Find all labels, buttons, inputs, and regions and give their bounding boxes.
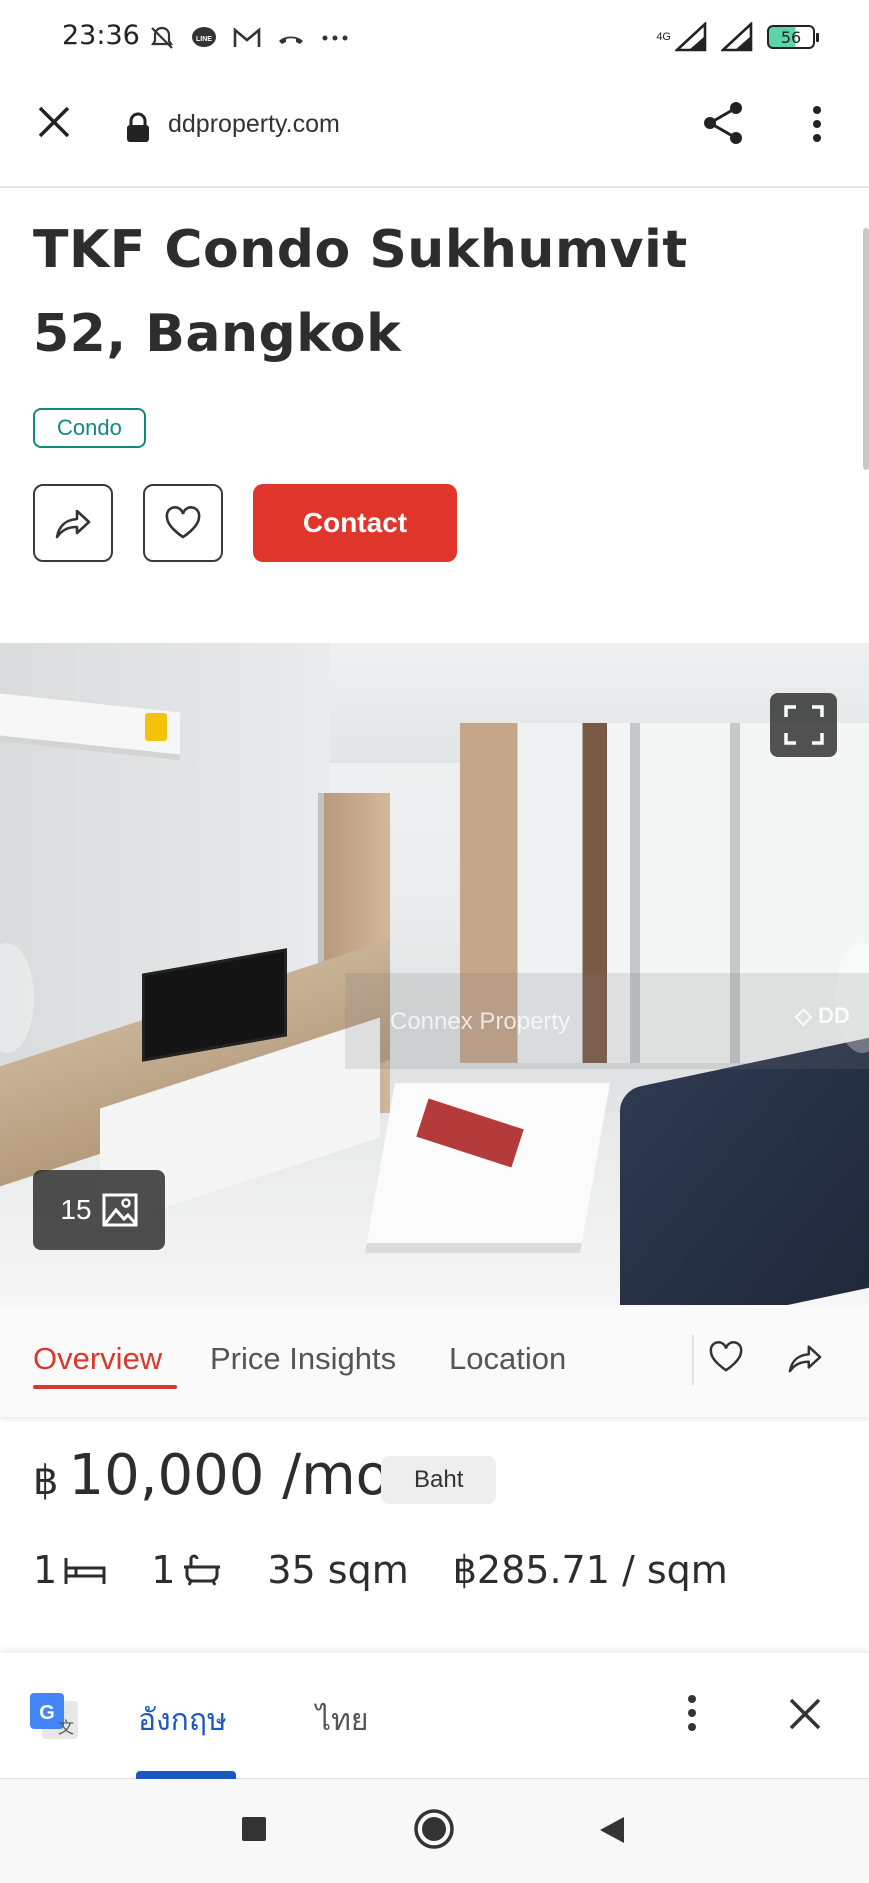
photo-coffee-table — [365, 1083, 610, 1253]
signal-icon-2 — [721, 22, 753, 52]
back-icon[interactable] — [598, 1815, 626, 1845]
bedrooms-count: 1 — [33, 1548, 58, 1592]
gallery-icon — [102, 1193, 138, 1227]
property-type-tag: Condo — [33, 408, 146, 448]
photo-count: 15 — [60, 1194, 92, 1225]
language-tab-indicator — [136, 1771, 236, 1779]
tab-active-indicator — [33, 1385, 177, 1389]
gmail-icon — [233, 27, 261, 47]
system-icons: 4G 56 — [656, 22, 819, 52]
url-field[interactable]: ddproperty.com — [168, 110, 340, 139]
recents-icon[interactable] — [240, 1815, 268, 1843]
notification-icons: LINE — [148, 24, 350, 52]
svg-text:文: 文 — [58, 1718, 74, 1737]
android-nav-bar — [0, 1779, 869, 1883]
more-vert-icon[interactable] — [805, 104, 829, 144]
language-tab-source[interactable]: อังกฤษ — [138, 1697, 227, 1744]
svg-text:LINE: LINE — [196, 36, 212, 43]
tab-overview[interactable]: Overview — [33, 1341, 162, 1377]
price: ฿ 10,000 /mo — [33, 1443, 390, 1508]
bell-off-icon — [150, 26, 174, 49]
tab-location[interactable]: Location — [449, 1341, 566, 1377]
signal-icon — [675, 22, 707, 52]
tab-divider — [692, 1335, 694, 1385]
spec-area: 35 sqm — [267, 1548, 408, 1592]
share-icon[interactable] — [700, 100, 746, 146]
currency-badge: Baht — [381, 1456, 497, 1504]
language-tab-target[interactable]: ไทย — [316, 1697, 368, 1744]
save-button[interactable] — [143, 484, 223, 562]
close-icon[interactable] — [36, 104, 72, 140]
line-icon: LINE — [192, 27, 216, 47]
home-icon[interactable] — [412, 1807, 456, 1851]
spec-price-per-sqm: ฿285.71 / sqm — [453, 1548, 728, 1592]
lock-icon — [127, 112, 149, 142]
share-arrow-icon[interactable] — [786, 1341, 824, 1375]
share-button[interactable] — [33, 484, 113, 562]
fullscreen-button[interactable] — [770, 693, 837, 757]
network-label: 4G — [656, 31, 671, 43]
tab-price-insights[interactable]: Price Insights — [210, 1341, 396, 1377]
listing-specs: 1 1 35 sqm ฿285.71 / sqm — [33, 1548, 772, 1592]
more-vert-icon[interactable] — [680, 1693, 704, 1733]
google-translate-icon: G 文 — [30, 1693, 78, 1739]
area-value: 35 sqm — [267, 1548, 409, 1592]
battery-level: 56 — [780, 27, 802, 47]
share-arrow-icon — [55, 509, 91, 539]
status-time: 23:36 — [62, 20, 140, 51]
more-dots-icon — [322, 35, 348, 41]
spec-bathrooms: 1 — [151, 1548, 223, 1592]
missed-call-icon — [279, 36, 303, 44]
close-icon[interactable] — [788, 1697, 822, 1731]
watermark-text: Connex Property — [390, 1008, 571, 1035]
fullscreen-icon — [783, 705, 824, 745]
translate-bar: G 文 อังกฤษ ไทย — [0, 1653, 869, 1779]
battery-icon: 56 — [767, 25, 819, 49]
contact-button[interactable]: Contact — [253, 484, 457, 562]
price-per-sqm: ฿285.71 / sqm — [452, 1548, 728, 1592]
svg-text:G: G — [39, 1702, 55, 1724]
bathrooms-count: 1 — [151, 1548, 176, 1592]
price-currency: ฿ — [33, 1458, 59, 1504]
photo-ac-sticker — [145, 713, 167, 741]
section-tabs: Overview Price Insights Location — [0, 1305, 869, 1417]
browser-toolbar: ddproperty.com — [0, 78, 869, 188]
watermark-logo-icon: ◇ — [795, 1003, 812, 1028]
photo-count-button[interactable]: 15 — [33, 1170, 165, 1250]
price-amount: 10,000 /mo — [68, 1443, 390, 1508]
spec-bedrooms: 1 — [33, 1548, 107, 1592]
status-bar: 23:36 LINE 4G 56 — [0, 0, 869, 78]
bed-icon — [64, 1558, 106, 1584]
listing-photo[interactable]: Connex Property ◇ DD 15 — [0, 643, 869, 1305]
watermark-logo: ◇ DD — [795, 1003, 850, 1029]
listing-title: TKF Condo Sukhumvit 52, Bangkok — [33, 220, 688, 364]
scrollbar-thumb[interactable] — [863, 228, 869, 470]
photo-sofa — [620, 1035, 869, 1305]
heart-icon[interactable] — [708, 1341, 744, 1373]
heart-icon — [165, 506, 201, 539]
watermark-logo-label: DD — [818, 1003, 850, 1028]
bathtub-icon — [184, 1554, 221, 1586]
